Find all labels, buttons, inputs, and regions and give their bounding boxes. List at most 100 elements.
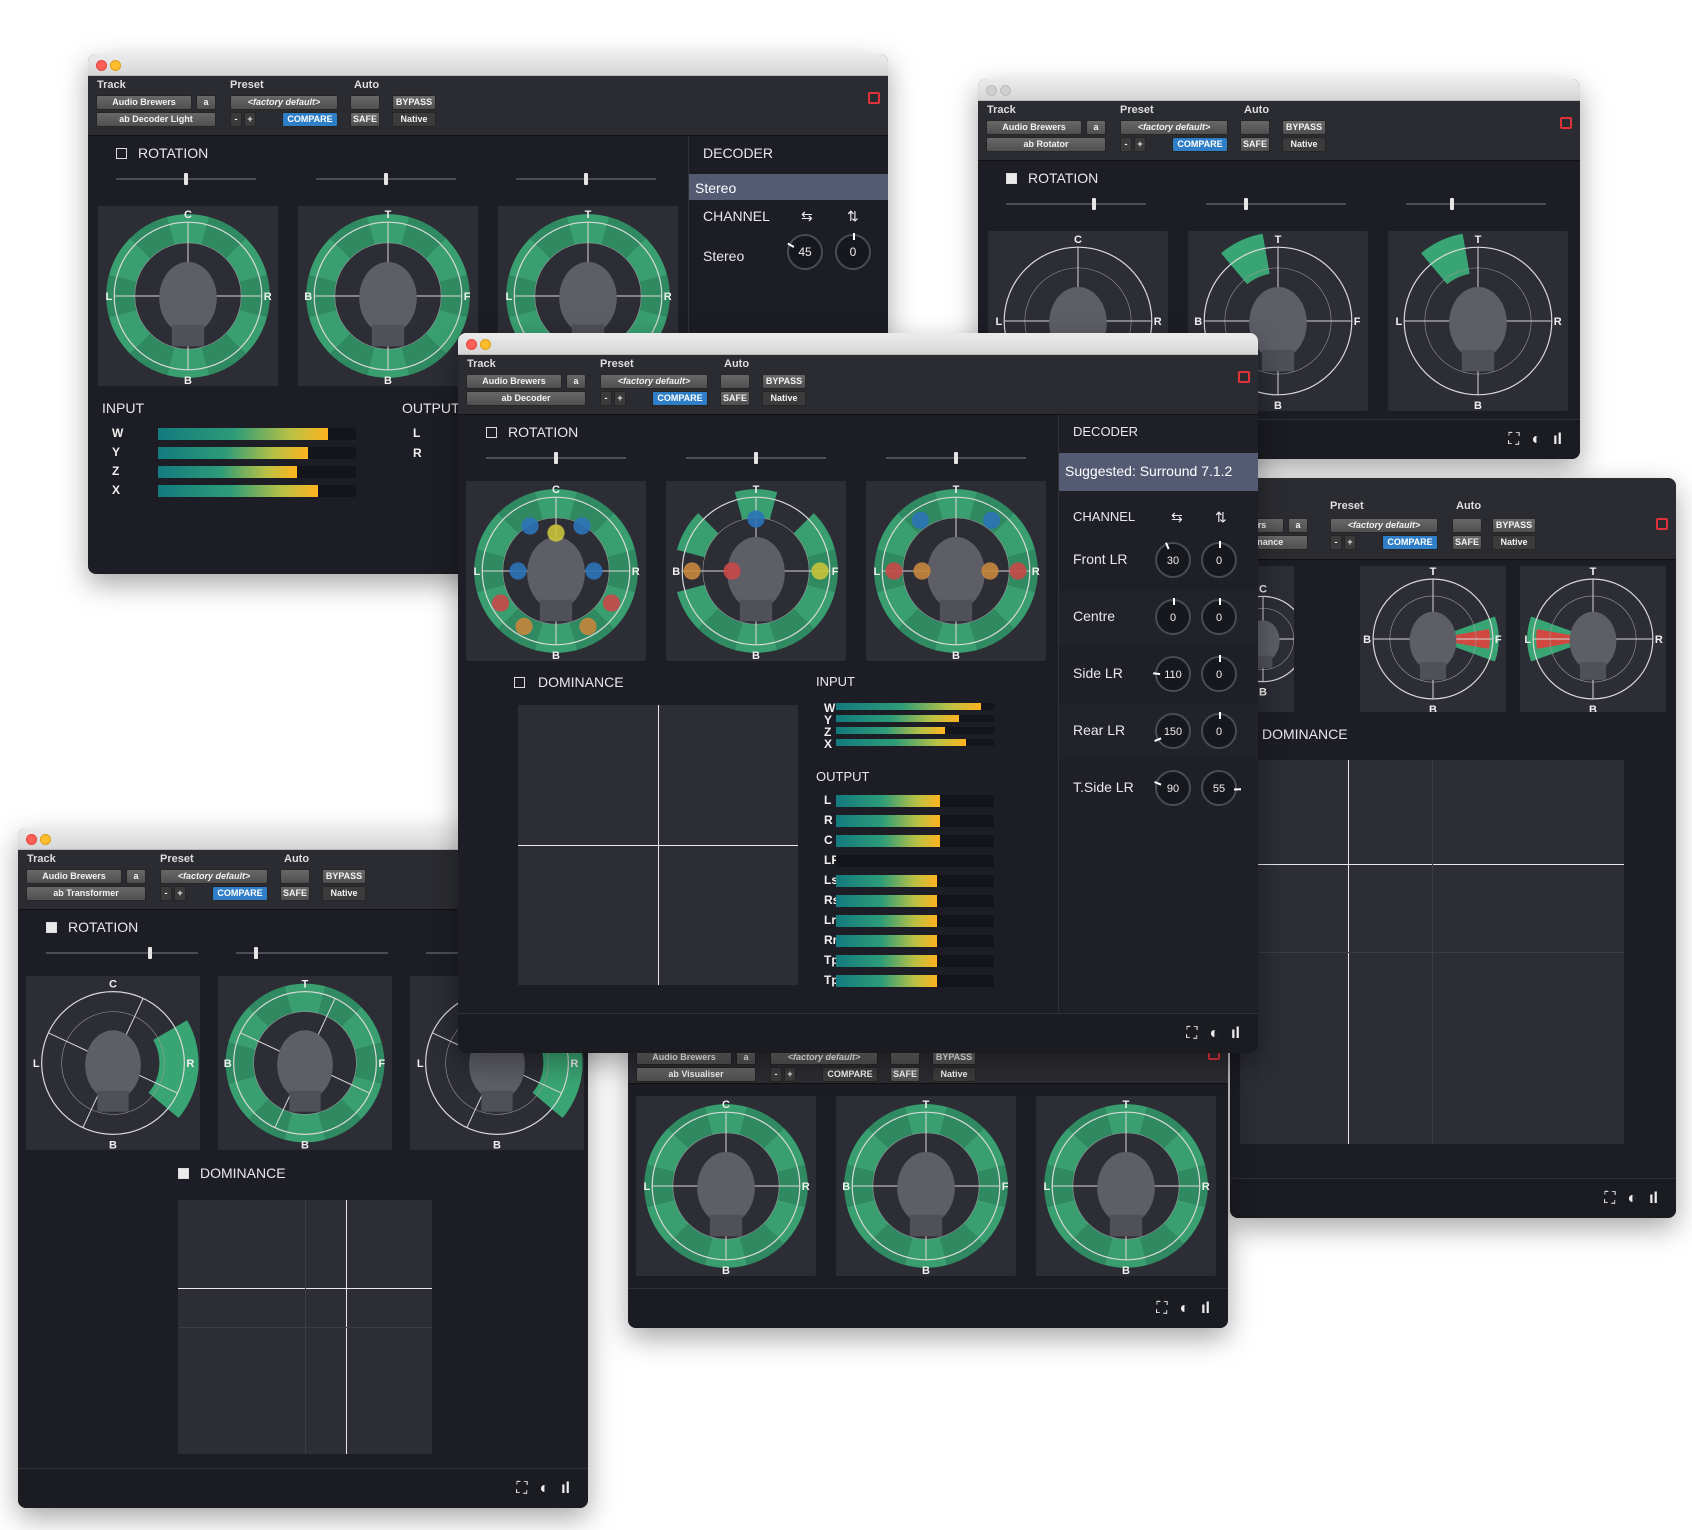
auto-button[interactable] xyxy=(1452,518,1482,533)
preset-minus-button[interactable]: - xyxy=(770,1067,782,1082)
preset-select[interactable]: <factory default> xyxy=(1330,518,1438,533)
compare-button[interactable]: COMPARE xyxy=(1172,137,1228,152)
compare-button[interactable]: COMPARE xyxy=(1382,535,1438,550)
preset-minus-button[interactable]: - xyxy=(1120,137,1132,152)
preset-plus-button[interactable]: + xyxy=(1134,137,1146,152)
auto-button[interactable] xyxy=(280,869,310,884)
elevation-knob[interactable]: 0 xyxy=(1201,655,1237,692)
rotation-slider-3[interactable] xyxy=(886,452,1026,464)
rotation-slider-3[interactable] xyxy=(516,173,656,185)
plugin-select[interactable]: ab Rotator xyxy=(986,137,1106,152)
track-select[interactable]: Audio Brewers xyxy=(466,374,562,389)
source-dot[interactable] xyxy=(723,562,741,580)
source-dot[interactable] xyxy=(811,562,829,580)
bypass-button[interactable]: BYPASS xyxy=(322,869,366,884)
rotation-slider-1[interactable] xyxy=(486,452,626,464)
auto-button[interactable] xyxy=(720,374,750,389)
suggested-layout-select[interactable]: Suggested: Surround 7.1.2 xyxy=(1059,453,1258,491)
expand-icon[interactable]: ⛶ xyxy=(1186,1025,1197,1043)
preset-minus-button[interactable]: - xyxy=(1330,535,1342,550)
preset-plus-button[interactable]: + xyxy=(614,391,626,406)
swap-icon[interactable]: ⇆ xyxy=(801,208,813,225)
preset-minus-button[interactable]: - xyxy=(230,112,242,127)
source-dot[interactable] xyxy=(1009,562,1027,580)
preset-minus-button[interactable]: - xyxy=(600,391,612,406)
source-dot[interactable] xyxy=(509,562,527,580)
source-dot[interactable] xyxy=(913,562,931,580)
rotation-slider-2[interactable] xyxy=(1206,198,1346,210)
dominance-pad[interactable] xyxy=(518,705,798,985)
elevation-knob[interactable]: 0 xyxy=(1201,598,1237,635)
source-dot[interactable] xyxy=(573,517,591,535)
angle-knob[interactable]: 30 xyxy=(1155,542,1191,578)
source-dot[interactable] xyxy=(521,517,539,535)
expand-icon[interactable]: ⛶ xyxy=(1604,1190,1615,1208)
rotation-checkbox[interactable] xyxy=(486,427,497,438)
contrast-icon[interactable]: ◐ xyxy=(1531,431,1541,449)
track-select[interactable]: Audio Brewers xyxy=(26,869,122,884)
preset-select[interactable]: <factory default> xyxy=(230,95,338,110)
source-dot[interactable] xyxy=(491,594,510,612)
compare-button[interactable]: COMPARE xyxy=(822,1067,878,1082)
rotation-checkbox[interactable] xyxy=(1006,173,1017,184)
bypass-button[interactable]: BYPASS xyxy=(392,95,436,110)
minimize-traffic-light[interactable] xyxy=(480,339,491,350)
bypass-button[interactable]: BYPASS xyxy=(762,374,806,389)
source-dot[interactable] xyxy=(579,617,597,636)
bypass-button[interactable]: BYPASS xyxy=(1282,120,1326,135)
rotation-slider-3[interactable] xyxy=(1406,198,1546,210)
preset-plus-button[interactable]: + xyxy=(784,1067,796,1082)
native-button[interactable]: Native xyxy=(392,112,436,127)
auto-button[interactable] xyxy=(1240,120,1270,135)
plugin-select[interactable]: ab Transformer xyxy=(26,886,146,901)
plugin-select[interactable]: ab Decoder xyxy=(466,391,586,406)
angle-knob[interactable]: 0 xyxy=(1155,598,1191,635)
expand-icon[interactable]: ⛶ xyxy=(516,1480,527,1498)
source-dot[interactable] xyxy=(885,562,903,580)
preset-minus-button[interactable]: - xyxy=(160,886,172,901)
expand-icon[interactable]: ⛶ xyxy=(1156,1300,1167,1318)
decoder-mode-select[interactable]: Stereo xyxy=(689,174,888,200)
source-dot[interactable] xyxy=(515,617,533,636)
elevation-knob[interactable]: 55 xyxy=(1201,770,1242,806)
angle-knob[interactable]: 150 xyxy=(1154,713,1191,749)
contrast-icon[interactable]: ◐ xyxy=(539,1480,549,1498)
auto-button[interactable] xyxy=(350,95,380,110)
native-button[interactable]: Native xyxy=(932,1067,976,1082)
contrast-icon[interactable]: ◐ xyxy=(1209,1025,1219,1043)
minimize-traffic-light[interactable] xyxy=(110,60,121,71)
flip-icon[interactable]: ⇅ xyxy=(847,208,859,225)
elevation-knob[interactable]: 0 xyxy=(1201,712,1237,749)
dominance-checkbox[interactable] xyxy=(178,1168,189,1179)
minimize-traffic-light[interactable] xyxy=(1000,85,1011,96)
source-dot[interactable] xyxy=(981,562,999,580)
channel-select[interactable]: a xyxy=(1288,518,1308,533)
preset-select[interactable]: <factory default> xyxy=(1120,120,1228,135)
rotation-slider-1[interactable] xyxy=(46,947,198,959)
source-dot[interactable] xyxy=(683,562,701,580)
plugin-power-icon[interactable] xyxy=(1656,518,1668,530)
channel-select[interactable]: a xyxy=(566,374,586,389)
minimize-traffic-light[interactable] xyxy=(40,834,51,845)
track-select[interactable]: Audio Brewers xyxy=(986,120,1082,135)
source-dot[interactable] xyxy=(982,511,1001,529)
elevation-knob[interactable]: 0 xyxy=(835,233,871,270)
plugin-power-icon[interactable] xyxy=(1560,117,1572,129)
safe-button[interactable]: SAFE xyxy=(350,112,380,127)
source-dot[interactable] xyxy=(911,511,930,529)
dominance-pad[interactable] xyxy=(178,1200,432,1454)
compare-button[interactable]: COMPARE xyxy=(652,391,708,406)
channel-select[interactable]: a xyxy=(196,95,216,110)
close-traffic-light[interactable] xyxy=(26,834,37,845)
close-traffic-light[interactable] xyxy=(96,60,107,71)
angle-knob[interactable]: 110 xyxy=(1153,656,1191,692)
rotation-slider-2[interactable] xyxy=(236,947,388,959)
contrast-icon[interactable]: ◐ xyxy=(1627,1190,1637,1208)
plugin-select[interactable]: ab Decoder Light xyxy=(96,112,216,127)
dominance-checkbox[interactable] xyxy=(514,677,525,688)
close-traffic-light[interactable] xyxy=(986,85,997,96)
native-button[interactable]: Native xyxy=(322,886,366,901)
source-dot[interactable] xyxy=(585,562,603,580)
native-button[interactable]: Native xyxy=(1492,535,1536,550)
safe-button[interactable]: SAFE xyxy=(1452,535,1482,550)
